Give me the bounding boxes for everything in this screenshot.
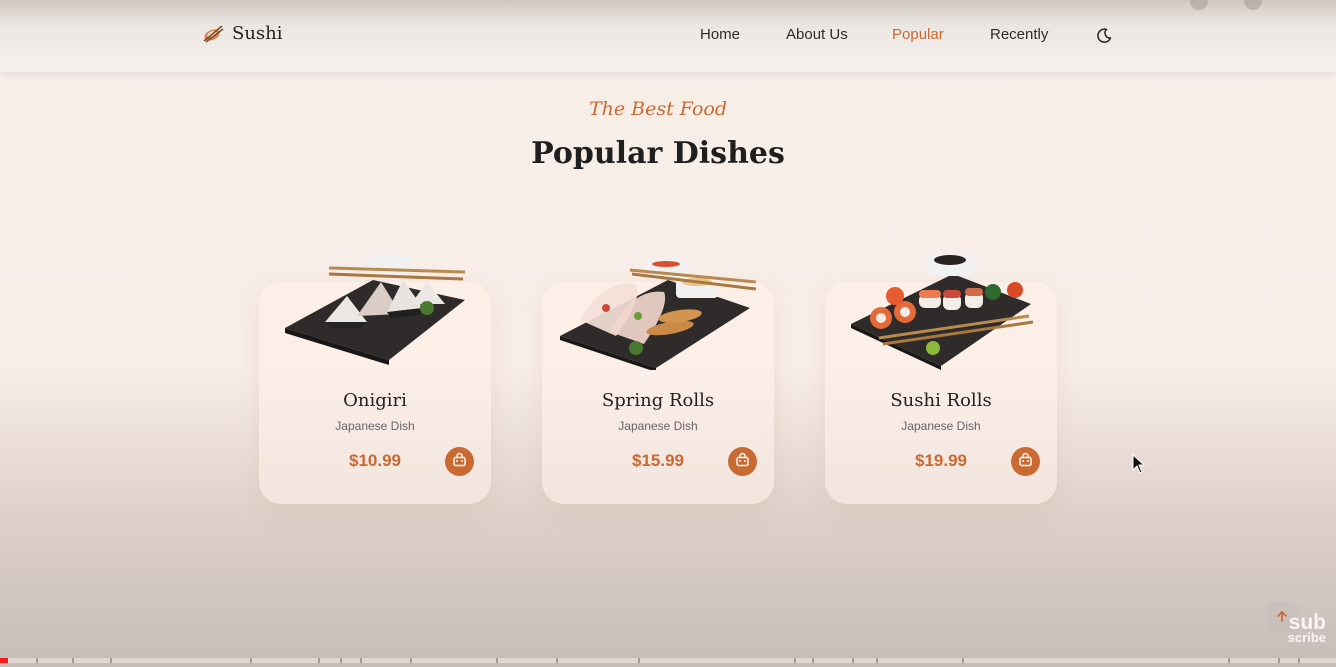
brand-logo-link[interactable]: Sushi <box>202 22 283 44</box>
nav-about-us[interactable]: About Us <box>786 26 848 43</box>
chapter-marker <box>794 658 796 663</box>
video-progress-fill <box>0 658 9 663</box>
add-to-cart-button[interactable] <box>728 447 757 476</box>
chapter-marker <box>110 658 112 663</box>
dish-card: Sushi Rolls Japanese Dish $19.99 <box>825 254 1057 504</box>
watermark-line-2: scribe <box>1287 630 1326 645</box>
dish-card: Spring Rolls Japanese Dish $15.99 <box>542 260 774 504</box>
dish-card: Onigiri Japanese Dish $10.99 <box>259 256 491 504</box>
brand-name: Sushi <box>232 22 283 44</box>
chapter-marker <box>852 658 854 663</box>
chapter-marker <box>1298 658 1300 663</box>
chapter-marker <box>250 658 252 663</box>
section-subtitle: The Best Food <box>588 98 727 120</box>
spring-rolls-plate-image <box>560 252 757 372</box>
video-progress-bar[interactable] <box>0 658 1336 663</box>
dish-name: Spring Rolls <box>601 390 715 411</box>
shopping-bag-icon <box>1018 452 1033 471</box>
dish-category: Japanese Dish <box>618 419 698 433</box>
chapter-marker <box>318 658 320 663</box>
chapter-marker <box>72 658 74 663</box>
toolbar-icon <box>1244 0 1262 10</box>
chapter-marker <box>1228 658 1230 663</box>
chapter-marker <box>36 658 38 663</box>
chapter-marker <box>876 658 878 663</box>
add-to-cart-button[interactable] <box>1011 447 1040 476</box>
chapter-marker <box>340 658 342 663</box>
dish-category: Japanese Dish <box>335 419 415 433</box>
section-title: Popular Dishes <box>531 136 785 171</box>
dish-category: Japanese Dish <box>901 419 981 433</box>
chapter-marker <box>638 658 640 663</box>
shopping-bag-icon <box>452 452 467 471</box>
chapter-marker <box>360 658 362 663</box>
chapter-marker <box>812 658 814 663</box>
mouse-cursor-icon <box>1132 453 1146 474</box>
nav-recently[interactable]: Recently <box>990 26 1048 43</box>
nav-home[interactable]: Home <box>700 26 740 43</box>
nav-popular[interactable]: Popular <box>892 26 944 43</box>
dish-name: Onigiri <box>343 390 407 411</box>
site-header: Sushi Home About Us Popular Recently <box>0 0 1336 72</box>
subscribe-watermark: sub scribe <box>1278 612 1326 644</box>
dish-name: Sushi Rolls <box>890 390 992 411</box>
toolbar-icon <box>1190 0 1208 10</box>
sushi-logo-icon <box>202 22 224 44</box>
chapter-marker <box>1278 658 1280 663</box>
chapter-marker <box>410 658 412 663</box>
chapter-marker <box>962 658 964 663</box>
add-to-cart-button[interactable] <box>445 447 474 476</box>
chapter-marker <box>556 658 558 663</box>
moon-icon[interactable] <box>1096 28 1112 44</box>
onigiri-plate-image <box>277 252 473 370</box>
shopping-bag-icon <box>735 452 750 471</box>
chapter-marker <box>496 658 498 663</box>
sushi-rolls-plate-image <box>843 252 1039 370</box>
